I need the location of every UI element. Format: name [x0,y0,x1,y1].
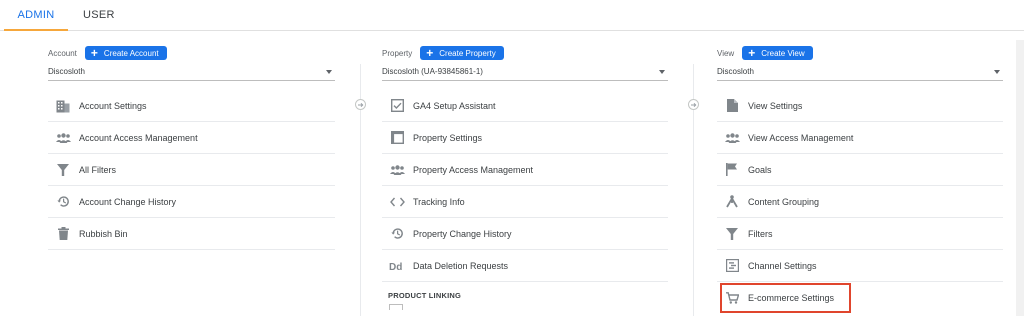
item-label: Account Settings [79,100,147,111]
view-column: View + Create View Discosloth View Setti… [717,31,1003,316]
code-icon [389,194,405,210]
plus-icon: + [426,46,434,60]
view-label: View [717,48,735,58]
property-change-history-item[interactable]: Property Change History [382,218,668,250]
checkbox-icon [389,98,405,114]
item-label: Content Grouping [748,196,820,207]
arrow-right-icon [355,99,366,110]
create-view-button[interactable]: + Create View [742,46,813,60]
property-menu: GA4 Setup Assistant Property Settings Pr… [382,90,668,310]
chevron-down-icon [659,70,665,74]
filter-icon [55,162,71,178]
create-property-label: Create Property [439,48,496,58]
item-label: View Access Management [748,132,854,143]
flag-icon [724,162,740,178]
item-label: Filters [748,228,773,239]
data-deletion-requests-item[interactable]: Dd Data Deletion Requests [382,250,668,282]
item-label: Property Change History [413,228,512,239]
goals-item[interactable]: Goals [717,154,1003,186]
scrollbar[interactable] [1016,40,1024,316]
account-header: Account + Create Account [48,45,167,61]
product-linking-heading: PRODUCT LINKING [388,291,461,300]
create-view-label: Create View [761,48,805,58]
item-label: Data Deletion Requests [413,260,509,271]
history-icon [55,194,71,210]
window-icon [389,130,405,146]
arrow-right-icon [688,99,699,110]
create-property-button[interactable]: + Create Property [420,46,504,60]
item-label: Rubbish Bin [79,228,128,239]
account-access-management-item[interactable]: Account Access Management [48,122,335,154]
account-change-history-item[interactable]: Account Change History [48,186,335,218]
channel-icon [724,258,740,274]
building-icon [55,98,71,114]
view-selected: Discosloth [717,67,754,76]
tracking-info-item[interactable]: Tracking Info [382,186,668,218]
property-settings-item[interactable]: Property Settings [382,122,668,154]
item-label: Account Change History [79,196,177,207]
account-settings-item[interactable]: Account Settings [48,90,335,122]
item-label: All Filters [79,164,117,175]
plus-icon: + [90,46,98,60]
account-selected: Discosloth [48,67,85,76]
document-icon [724,98,740,114]
property-column: Property + Create Property Discosloth (U… [382,31,668,316]
trash-icon [55,226,71,242]
view-access-management-item[interactable]: View Access Management [717,122,1003,154]
account-selector[interactable]: Discosloth [48,67,335,81]
account-menu: Account Settings Account Access Manageme… [48,90,335,250]
item-label: Tracking Info [413,196,465,207]
dd-icon: Dd [389,258,405,274]
tab-user[interactable]: USER [83,0,115,31]
create-account-label: Create Account [103,48,159,58]
grouping-icon [724,194,740,210]
chevron-down-icon [994,70,1000,74]
view-header: View + Create View [717,45,813,61]
view-selector[interactable]: Discosloth [717,67,1003,81]
property-selected: Discosloth (UA-93845861-1) [382,67,483,76]
property-label: Property [382,48,413,58]
item-label: Channel Settings [748,260,817,271]
svg-text:Dd: Dd [389,262,402,272]
view-menu: View Settings View Access Management Goa… [717,90,1003,314]
highlight-box [720,283,851,313]
property-selector[interactable]: Discosloth (UA-93845861-1) [382,67,668,81]
item-label: Account Access Management [79,132,198,143]
partial-link-icon [389,304,403,310]
ga4-setup-assistant-item[interactable]: GA4 Setup Assistant [382,90,668,122]
rubbish-bin-item[interactable]: Rubbish Bin [48,218,335,250]
content-grouping-item[interactable]: Content Grouping [717,186,1003,218]
item-label: Property Settings [413,132,483,143]
item-label: Property Access Management [413,164,534,175]
tab-admin[interactable]: ADMIN [4,0,68,31]
create-account-button[interactable]: + Create Account [84,46,167,60]
property-access-management-item[interactable]: Property Access Management [382,154,668,186]
item-label: Goals [748,164,772,175]
filters-item[interactable]: Filters [717,218,1003,250]
view-settings-item[interactable]: View Settings [717,90,1003,122]
property-header: Property + Create Property [382,45,504,61]
item-label: GA4 Setup Assistant [413,100,496,111]
people-icon [55,130,71,146]
people-icon [724,130,740,146]
account-label: Account [48,48,77,58]
admin-tabs: ADMIN USER [0,0,1024,31]
filter-icon [724,226,740,242]
history-icon [389,226,405,242]
all-filters-item[interactable]: All Filters [48,154,335,186]
people-icon [389,162,405,178]
chevron-down-icon [326,70,332,74]
channel-settings-item[interactable]: Channel Settings [717,250,1003,282]
item-label: View Settings [748,100,803,111]
account-column: Account + Create Account Discosloth Acco… [48,31,335,316]
plus-icon: + [748,46,756,60]
